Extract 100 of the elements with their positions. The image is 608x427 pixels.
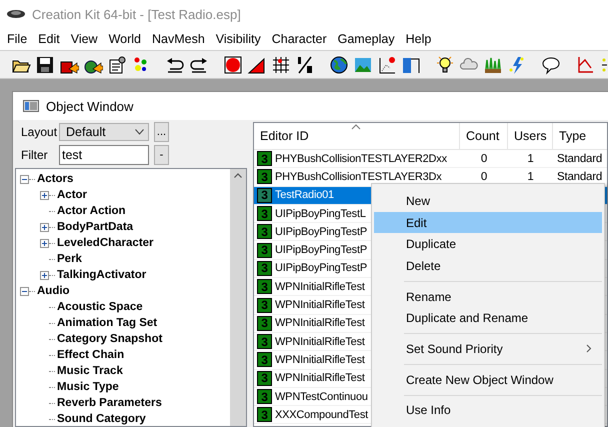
record-badge: 3 [257, 151, 272, 166]
tree-item[interactable]: Actor Action [57, 205, 126, 217]
record-badge: 3 [257, 169, 272, 184]
expand-icon[interactable] [40, 190, 49, 200]
type-cell-text: Standard [556, 152, 604, 165]
tree-item[interactable]: Actors [37, 173, 74, 185]
layout-dropdown[interactable]: Default [59, 123, 149, 141]
light-bulb-icon[interactable] [435, 54, 455, 74]
tree-item[interactable]: Music Track [57, 365, 123, 377]
editor-id: UIPipBoyPingTestL [275, 208, 366, 220]
grid-icon[interactable] [271, 54, 291, 74]
menu-item[interactable]: New [374, 190, 602, 212]
window-icon [23, 100, 39, 112]
menu-item[interactable]: Rename [374, 286, 602, 308]
tree-item[interactable]: Perk [57, 253, 82, 265]
users-cell-text: 1 [526, 170, 535, 183]
menu-item[interactable]: Create New Object Window [374, 368, 602, 390]
users-cell-text: 1 [526, 152, 535, 165]
menu-item[interactable]: Duplicate and Rename [374, 307, 602, 330]
filter-field[interactable]: test [59, 145, 149, 165]
chart-dot-icon[interactable] [377, 54, 397, 74]
list-row[interactable]: 3 PHYBushCollisionTESTLAYER2Dxx 0 1 Standard [254, 150, 607, 168]
record-badge: 3 [257, 334, 272, 350]
collapse-icon[interactable] [20, 286, 29, 296]
record-badge: 3 [257, 260, 272, 276]
record-badge: 3 [257, 188, 272, 203]
tree-item[interactable]: Reverb Parameters [57, 397, 162, 409]
tree-item[interactable]: Effect Chain [57, 349, 124, 361]
record-badge: 3 [257, 316, 272, 331]
field-label: Filter [21, 148, 49, 162]
tree-item[interactable]: Animation Tag Set [57, 317, 158, 329]
tree-item[interactable]: LeveledCharacter [57, 237, 154, 249]
column-header[interactable]: Count [460, 123, 508, 149]
tree-item[interactable]: Music Type [57, 381, 119, 393]
app-logo-icon [6, 8, 26, 20]
editor-id: WPNInitialRifleTest [275, 372, 365, 384]
clear-filter-button[interactable]: - [154, 145, 169, 165]
editor-id: WPNInitialRifleTest [275, 299, 365, 312]
menu-item[interactable]: File [2, 32, 34, 46]
editor-id: WPNInitialRifleTest [275, 280, 365, 293]
editor-id: PHYBushCollisionTESTLAYER2Dxx [275, 152, 447, 165]
editor-id: PHYBushCollisionTESTLAYER3Dx [275, 170, 442, 183]
dropdown-caret-icon[interactable] [135, 129, 144, 135]
menu-item[interactable]: View [66, 32, 104, 46]
window-title: Creation Kit 64-bit - [Test Radio.esp] [32, 6, 241, 22]
tree-item[interactable]: TalkingActivator [57, 269, 146, 281]
record-badge: 3 [257, 370, 272, 386]
type-cell-text: Standard [556, 170, 604, 183]
record-badge: 3 [257, 389, 272, 404]
menu-item[interactable]: Gameplay [332, 32, 401, 46]
menu-item[interactable]: World [104, 32, 147, 46]
column-header[interactable]: Type [553, 123, 607, 149]
collapse-icon[interactable] [20, 174, 29, 184]
tree-item[interactable]: Actor [57, 189, 88, 201]
expand-icon[interactable] [40, 238, 49, 248]
tree-item[interactable]: Audio [37, 285, 70, 297]
grid-circle-icon[interactable] [223, 54, 243, 74]
record-badge: 3 [257, 298, 272, 313]
expand-icon[interactable] [40, 270, 49, 280]
column-header[interactable]: Users [508, 123, 553, 149]
field-label: Layout [21, 125, 58, 139]
tree-item[interactable]: Category Snapshot [57, 333, 162, 345]
menu-item[interactable]: Visibility [210, 32, 267, 46]
editor-id: UIPipBoyPingTestP [275, 262, 367, 274]
document-gear-icon[interactable] [107, 54, 127, 74]
menu-item[interactable]: Set Sound Priority [374, 338, 602, 360]
menu-item[interactable]: Duplicate [374, 233, 602, 256]
globe-icon[interactable] [329, 54, 349, 74]
editor-id: WPNInitialRifleTest [275, 354, 365, 366]
menu-item[interactable]: NavMesh [147, 32, 211, 46]
scroll-up-icon[interactable] [234, 173, 242, 178]
sort-caret-icon [351, 124, 361, 130]
tree-item[interactable]: Sound Category [57, 413, 146, 425]
scrollbar[interactable] [230, 169, 246, 426]
record-badge: 3 [257, 352, 272, 368]
editor-id: UIPipBoyPingTestP [275, 244, 367, 256]
editor-id: WPNInitialRifleTest [275, 336, 365, 348]
record-badge: 3 [257, 242, 272, 258]
record-badge: 3 [257, 206, 272, 222]
menu-item[interactable]: Edit [33, 32, 66, 46]
record-badge: 3 [257, 279, 272, 294]
speech-bubble-icon[interactable] [541, 54, 561, 74]
editor-id: XXXCompoundTest [275, 408, 368, 421]
menu-item[interactable]: Character [266, 32, 333, 46]
more-button[interactable]: ... [154, 122, 169, 142]
editor-id: WPNInitialRifleTest [275, 317, 365, 330]
menu-item[interactable]: Edit [374, 212, 602, 234]
record-badge: 3 [257, 407, 272, 422]
tree-item[interactable]: Acoustic Space [57, 301, 143, 313]
slash-icon[interactable] [295, 54, 315, 74]
menu-item[interactable]: Delete [374, 255, 602, 277]
count-cell-text: 0 [480, 170, 488, 183]
menu-item[interactable]: Use Info [374, 400, 602, 422]
menu-item[interactable]: Help [400, 32, 438, 46]
tree-item[interactable]: BodyPartData [57, 221, 134, 233]
expand-icon[interactable] [40, 222, 49, 232]
count-cell-text: 0 [480, 152, 488, 165]
window-title: Object Window [46, 98, 134, 114]
editor-id: WPNTestContinuou [275, 390, 368, 402]
column-header[interactable]: Editor ID [254, 123, 460, 149]
